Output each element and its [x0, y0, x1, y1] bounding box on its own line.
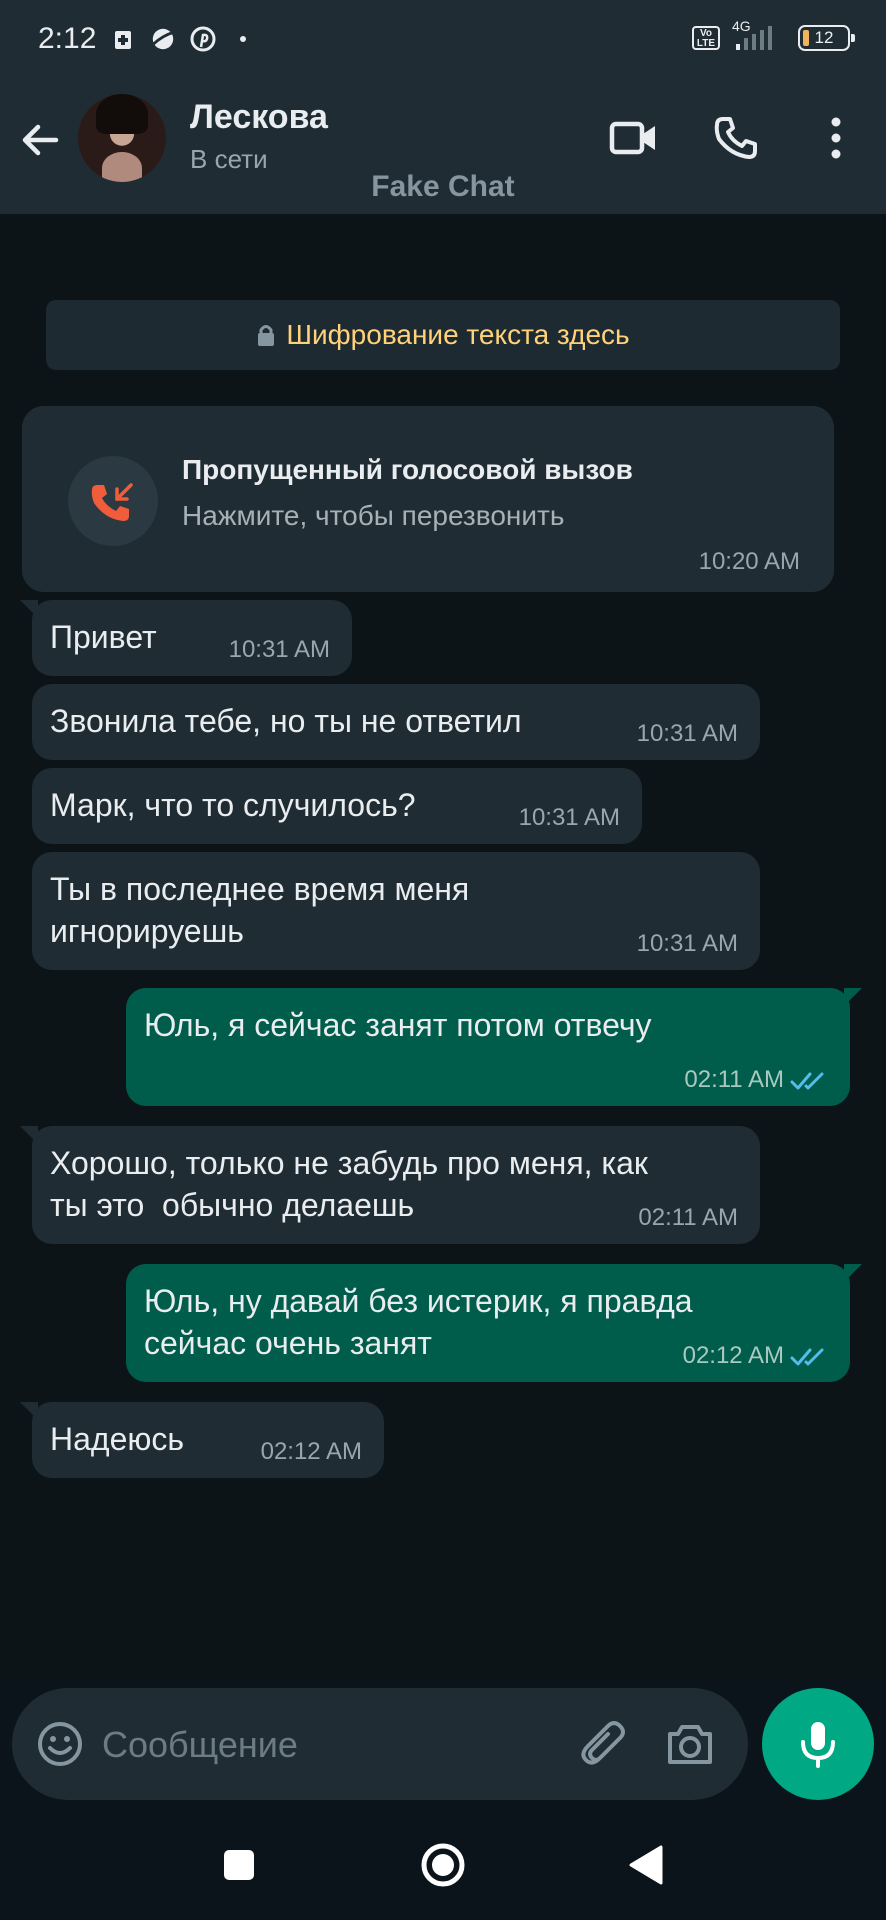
paperclip-icon: [581, 1721, 625, 1765]
home-button[interactable]: [418, 1840, 468, 1890]
avatar[interactable]: [78, 94, 166, 182]
message-line: Ты в последнее время меня: [50, 871, 470, 907]
video-call-icon: [609, 121, 655, 155]
message-line: сейчас очень занят: [144, 1325, 432, 1361]
contact-name[interactable]: Лескова: [190, 98, 328, 137]
message-text: Ты в последнее время меня игнорируешь: [50, 868, 469, 952]
message-line: Юль, ну давай без истерик, я правда: [144, 1283, 693, 1319]
camera-button[interactable]: [664, 1718, 716, 1770]
more-vert-icon: [831, 117, 841, 159]
message-text: Юль, ну давай без истерик, я правда сейч…: [144, 1280, 693, 1364]
voice-call-button[interactable]: [710, 112, 762, 164]
message-time: 02:11 AM: [684, 1066, 784, 1093]
signal-icon: 4G: [732, 18, 786, 52]
message-time: 02:12 AM: [260, 1438, 362, 1465]
status-bar: 2:12 Vo LTE 4G 12: [0, 0, 886, 82]
mic-button[interactable]: [762, 1688, 874, 1800]
pinterest-icon: [190, 26, 216, 52]
read-receipt-icon: [790, 1072, 824, 1090]
recents-button[interactable]: [214, 1840, 264, 1890]
message-incoming[interactable]: Ты в последнее время меня игнорируешь 10…: [32, 852, 760, 970]
message-composer: [12, 1688, 748, 1800]
missed-call-icon-wrap: [68, 456, 158, 546]
message-line: игнорируешь: [50, 913, 244, 949]
battery-percent: 12: [814, 28, 834, 47]
message-incoming[interactable]: Надеюсь 02:12 AM: [20, 1402, 384, 1478]
bubble-tail: [844, 988, 862, 1006]
arrow-left-icon: [22, 124, 59, 156]
message-text: Привет: [50, 619, 157, 655]
battery-icon: 12: [798, 25, 855, 51]
bubble-tail: [20, 1126, 38, 1144]
missed-call-time: 10:20 AM: [698, 548, 800, 575]
message-text: Звонила тебе, но ты не ответил: [50, 703, 522, 739]
encryption-text: Шифрование текста здесь: [286, 319, 630, 350]
planet-icon: [150, 26, 176, 52]
volte-icon: Vo LTE: [692, 26, 720, 50]
watermark: Fake Chat: [371, 170, 515, 203]
message-incoming[interactable]: Звонила тебе, но ты не ответил 10:31 AM: [32, 684, 760, 760]
message-text: Надеюсь: [50, 1421, 185, 1457]
message-line: ты это обычно делаешь: [50, 1187, 415, 1223]
bubble-tail: [844, 1264, 862, 1282]
missed-call-card-body: Пропущенный голосовой вызов Нажмите, что…: [22, 406, 834, 592]
message-time: 02:11 AM: [638, 1204, 738, 1231]
message-line: Хорошо, только не забудь про меня, как: [50, 1145, 648, 1181]
message-time: 10:31 AM: [228, 636, 330, 663]
lock-icon: [258, 325, 275, 346]
emoji-icon: [38, 1722, 82, 1766]
download-icon: [110, 26, 136, 52]
encryption-notice[interactable]: Шифрование текста здесь: [46, 300, 840, 370]
status-time: 2:12: [38, 22, 97, 55]
bubble-tail: [20, 1402, 38, 1420]
missed-call-title: Пропущенный голосовой вызов: [182, 454, 633, 485]
message-time: 02:12 AM: [682, 1342, 784, 1369]
message-outgoing[interactable]: Юль, ну давай без истерик, я правда сейч…: [126, 1264, 862, 1382]
emoji-button[interactable]: [36, 1720, 84, 1768]
bubble-tail: [20, 600, 38, 618]
dot-icon: [230, 26, 256, 52]
status-notification-icons: [110, 26, 256, 52]
status-system-icons: Vo LTE 4G 12: [692, 18, 855, 52]
missed-call-card[interactable]: Пропущенный голосовой вызов Нажмите, что…: [22, 406, 834, 592]
mic-icon: [801, 1722, 835, 1768]
missed-call-icon: [91, 483, 133, 521]
message-time: 10:31 AM: [636, 720, 738, 747]
video-call-button[interactable]: [608, 112, 660, 164]
message-text: Юль, я сейчас занят потом отвечу: [144, 1007, 652, 1043]
read-receipt-icon: [790, 1348, 824, 1366]
camera-icon: [668, 1725, 712, 1764]
message-incoming[interactable]: Привет 10:31 AM: [20, 600, 352, 676]
battery-level: [803, 30, 809, 46]
message-outgoing[interactable]: Юль, я сейчас занят потом отвечу 02:11 A…: [126, 988, 862, 1106]
message-incoming[interactable]: Марк, что то случилось? 10:31 AM: [32, 768, 642, 844]
recents-icon: [224, 1850, 254, 1880]
menu-button[interactable]: [810, 112, 862, 164]
message-text: Марк, что то случилось?: [50, 787, 416, 823]
back-nav-button[interactable]: [620, 1840, 670, 1890]
home-icon: [421, 1843, 465, 1887]
message-text: Хорошо, только не забудь про меня, как т…: [50, 1142, 648, 1226]
back-triangle-icon: [629, 1845, 663, 1885]
missed-call-subtitle: Нажмите, чтобы перезвонить: [182, 500, 565, 531]
message-input[interactable]: [100, 1710, 564, 1780]
message-time: 10:31 AM: [518, 804, 620, 831]
message-incoming[interactable]: Хорошо, только не забудь про меня, как т…: [20, 1126, 760, 1244]
chat-area[interactable]: Шифрование текста здесь Пропущенный голо…: [0, 214, 886, 1680]
navigation-bar: [0, 1810, 886, 1920]
attach-button[interactable]: [578, 1718, 630, 1770]
back-button[interactable]: [18, 118, 62, 162]
chat-header: Лескова В сети Fake Chat: [0, 82, 886, 214]
message-time: 10:31 AM: [636, 930, 738, 957]
phone-icon: [714, 117, 757, 159]
